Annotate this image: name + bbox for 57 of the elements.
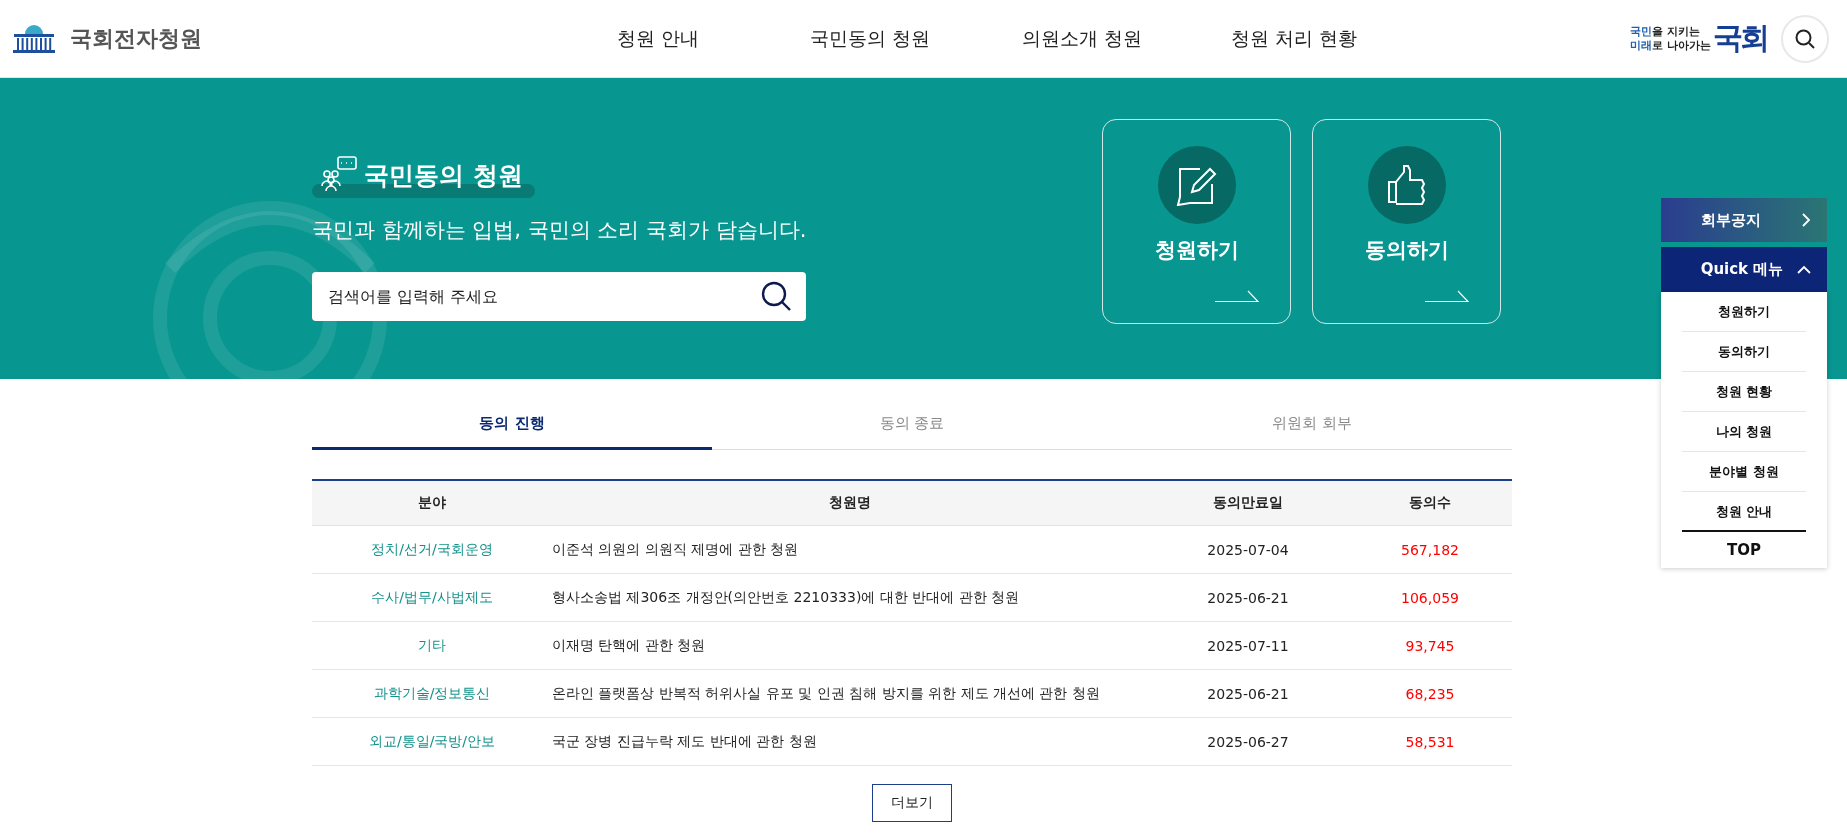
assembly-mark: 국회	[1713, 19, 1767, 57]
quick-menu-item[interactable]: 청원 안내	[1682, 492, 1806, 531]
column-header: 동의수	[1408, 494, 1452, 512]
nav-link[interactable]: 청원 안내	[552, 25, 764, 52]
search-button[interactable]	[1781, 14, 1829, 63]
petition-link[interactable]: 온라인 플랫폼상 반복적 허위사실 유포 및 인권 침해 방지를 위한 제도 개선에 관한 청원	[552, 684, 1148, 703]
petition-link[interactable]: 이준석 의원의 의원직 제명에 관한 청원	[552, 540, 1148, 559]
table-cell-text: 수사/법무/사법제도	[370, 588, 494, 607]
nav-link[interactable]: 의원소개 청원	[976, 25, 1188, 52]
column-header: 청원명	[828, 494, 872, 512]
nav-link[interactable]: 청원 처리 현황	[1188, 25, 1400, 52]
table-cell-text: 외교/통일/국방/안보	[367, 732, 497, 751]
quick-menu-item[interactable]: 분야별 청원	[1682, 452, 1806, 492]
table-cell-text: 106,059	[1400, 589, 1460, 606]
quick-menu-toggle[interactable]: Quick 메뉴	[1661, 247, 1827, 292]
petition-link[interactable]: 국군 장병 진급누락 제도 반대에 관한 청원	[552, 732, 1148, 751]
hero-title: 국민동의 청원	[364, 160, 523, 192]
quick-menu-item[interactable]: 동의하기	[1682, 332, 1806, 372]
people-chat-icon	[320, 156, 358, 192]
thumbs-up-icon	[1385, 164, 1428, 206]
quick-menu-item[interactable]: 청원 현황	[1682, 372, 1806, 412]
hero-subtitle: 국민과 함께하는 입법, 국민의 소리 국회가 담습니다.	[312, 217, 806, 244]
search-icon	[1794, 27, 1816, 50]
more-button[interactable]: 더보기	[872, 784, 952, 822]
tab[interactable]: 동의 종료	[712, 400, 1112, 450]
notice-button[interactable]: 회부공지	[1661, 198, 1827, 242]
chevron-right-icon	[1801, 213, 1811, 227]
nav-link[interactable]: 국민동의 청원	[764, 25, 976, 52]
table-cell-text: 2025-07-11	[1206, 637, 1290, 654]
tab[interactable]: 동의 진행	[312, 400, 712, 450]
quick-menu-item[interactable]: 나의 청원	[1682, 412, 1806, 452]
slogan-text: 국민을 지키는 미래로 나아가는	[1630, 24, 1711, 53]
table-cell-text: 58,531	[1404, 733, 1456, 750]
table-cell-text: 2025-07-04	[1206, 541, 1290, 558]
quick-menu-item[interactable]: 청원하기	[1682, 292, 1806, 332]
search-field[interactable]: 검색어를 입력해 주세요	[312, 272, 806, 321]
column-header: 분야	[417, 494, 447, 512]
table-cell-text: 정치/선거/국회운영	[370, 540, 494, 559]
petition-link[interactable]: 이재명 탄핵에 관한 청원	[552, 636, 1148, 655]
top-button[interactable]: TOP	[1682, 530, 1806, 568]
table-cell-text: 기타	[417, 636, 447, 655]
action-card[interactable]: 동의하기	[1312, 119, 1501, 324]
search-icon[interactable]	[760, 280, 792, 312]
table-cell-text: 567,182	[1400, 541, 1460, 558]
table-cell-text: 2025-06-21	[1206, 685, 1290, 702]
tab[interactable]: 위원회 회부	[1112, 400, 1512, 450]
chevron-icon	[1797, 264, 1812, 275]
column-header: 동의만료일	[1212, 494, 1284, 512]
table-cell-text: 과학기술/정보통신	[372, 684, 492, 703]
site-title[interactable]: 국회전자청원	[70, 23, 202, 54]
petition-link[interactable]: 형사소송법 제306조 개정안(의안번호 2210333)에 대한 반대에 관한 청원	[552, 588, 1148, 607]
action-card[interactable]: 청원하기	[1102, 119, 1291, 324]
assembly-logo-icon	[10, 23, 58, 54]
table-cell-text: 93,745	[1404, 637, 1456, 654]
table-cell-text: 2025-06-21	[1206, 589, 1290, 606]
table-cell-text: 68,235	[1404, 685, 1456, 702]
table-cell-text: 2025-06-27	[1206, 733, 1290, 750]
